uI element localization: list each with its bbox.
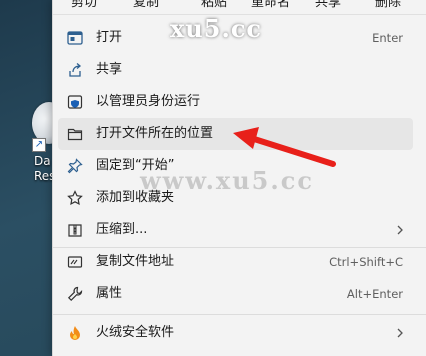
- shortcut-text: Ctrl+Shift+C: [329, 255, 403, 269]
- rename-label[interactable]: 重命名: [251, 0, 290, 10]
- zip-icon: [68, 224, 82, 237]
- watermark: xu5.cc: [170, 14, 263, 43]
- pin-icon: [67, 158, 83, 174]
- copy-label[interactable]: 复制: [133, 0, 159, 10]
- folder-icon: [67, 128, 83, 141]
- menu-item-label: 共享: [96, 62, 123, 77]
- watermark: www.xu5.cc: [140, 166, 314, 195]
- share-icon: [69, 63, 82, 77]
- window-icon: [67, 31, 83, 45]
- delete-label[interactable]: 删除: [375, 0, 401, 10]
- menu-item-label: 复制文件地址: [96, 254, 175, 269]
- huorong-icon: [70, 326, 80, 340]
- chevron-right-icon: [397, 225, 403, 235]
- chevron-right-icon: [397, 328, 403, 338]
- cut-label[interactable]: 剪切: [71, 0, 97, 10]
- menu-item-label: 压缩到...: [96, 222, 148, 237]
- menu-item-label: 打开: [96, 30, 123, 45]
- wrench-icon: [67, 286, 83, 302]
- paste-label[interactable]: 粘贴: [201, 0, 227, 10]
- menu-item-label: 火绒安全软件: [96, 325, 175, 340]
- menu-item-copy-as-path[interactable]: 复制文件地址 Ctrl+Shift+C: [58, 246, 413, 278]
- copy-path-icon: [67, 256, 83, 268]
- divider: [53, 314, 426, 315]
- menu-item-label: 以管理员身份运行: [96, 94, 201, 109]
- share-top-label[interactable]: 共享: [315, 0, 341, 10]
- menu-item-label: 打开文件所在的位置: [96, 126, 214, 141]
- menu-item-label: 属性: [96, 286, 123, 301]
- menu-item-properties[interactable]: 属性 Alt+Enter: [58, 278, 413, 310]
- shortcut-text: Enter: [372, 31, 403, 45]
- menu-item-share[interactable]: 共享: [58, 54, 413, 86]
- top-action-bar: 剪切 复制 粘贴 重命名 共享 删除: [53, 0, 426, 12]
- shield-icon: [67, 95, 83, 109]
- menu-item-huorong-security[interactable]: 火绒安全软件: [58, 317, 413, 349]
- menu-item-compress-to[interactable]: 压缩到...: [58, 214, 413, 246]
- shortcut-text: Alt+Enter: [346, 287, 403, 301]
- menu-item-run-as-admin[interactable]: 以管理员身份运行: [58, 86, 413, 118]
- shortcut-arrow-icon: ↗: [32, 138, 46, 152]
- star-icon: [67, 190, 83, 206]
